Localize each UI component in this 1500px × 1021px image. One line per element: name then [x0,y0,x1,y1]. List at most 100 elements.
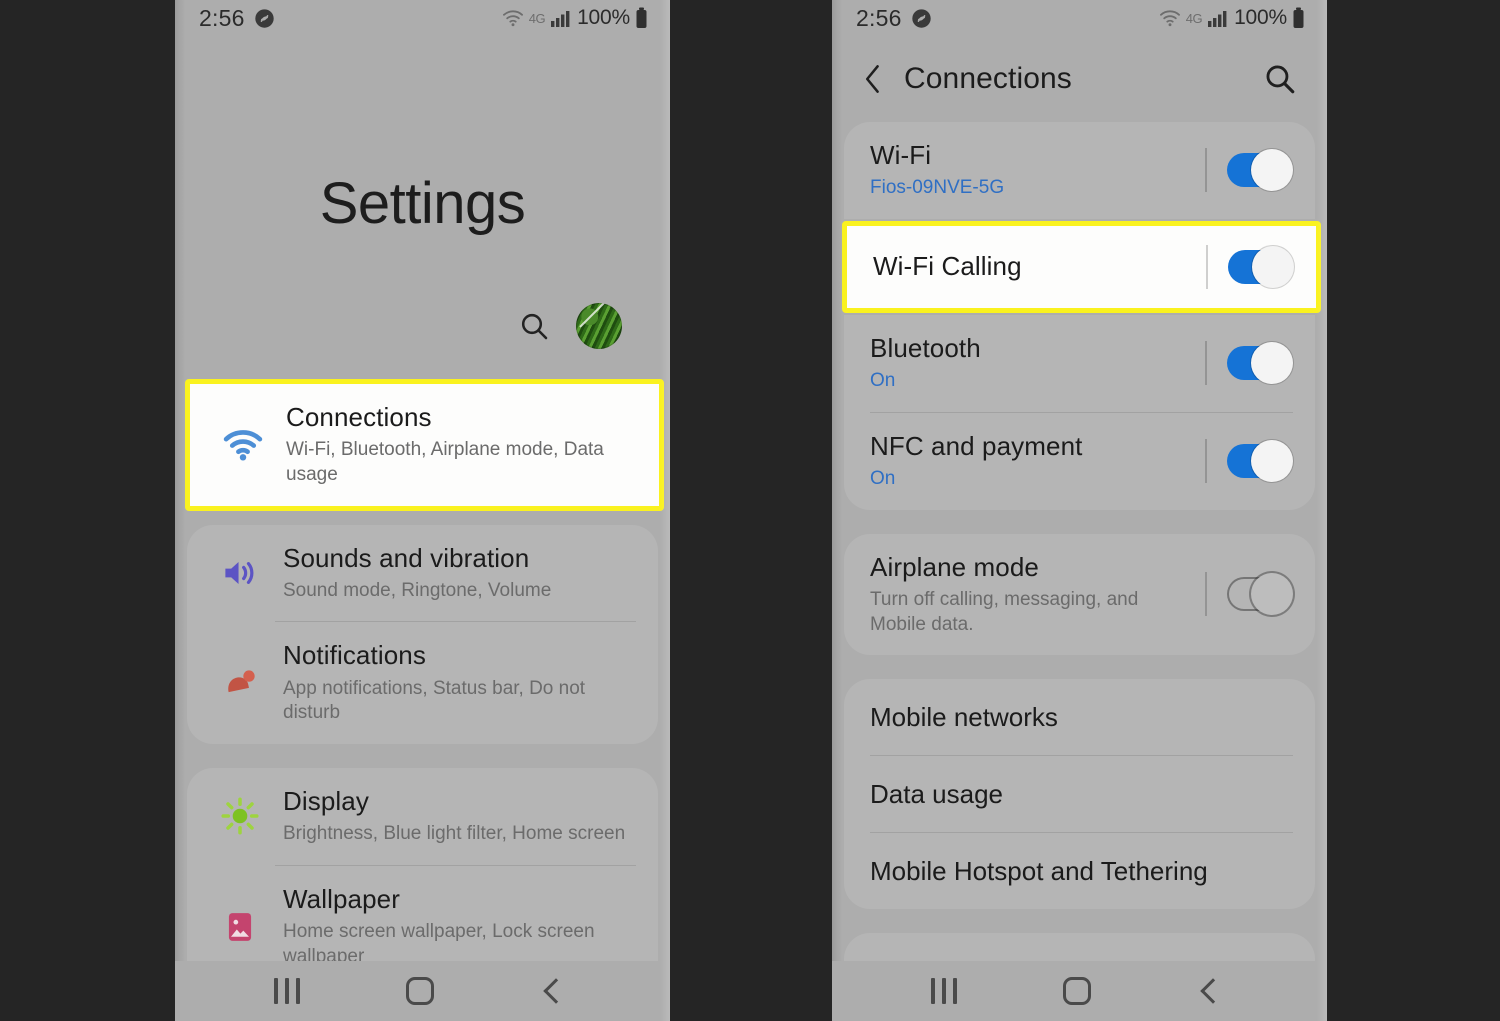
page-title: Settings [319,171,526,236]
wifi-icon [216,428,270,462]
list-item-subtitle: On [870,370,896,392]
status-bar: 2:56 4G 100% [175,0,670,36]
connections-group-mobile: Mobile networks Data usage Mobile Hotspo… [844,679,1315,910]
4g-lte-icon: 4G [528,10,546,26]
settings-group-3: Display Brightness, Blue light filter, H… [187,768,658,988]
speaker-icon [213,556,267,590]
wifi-calling-toggle[interactable] [1228,245,1294,288]
battery-percent: 100% [1234,6,1287,29]
list-item-data-usage[interactable]: Data usage [844,756,1315,832]
list-item-wifi-calling[interactable]: Wi-Fi Calling [847,226,1316,308]
toggle-wrap [1190,244,1294,289]
shazam-icon [911,8,932,29]
right-phone-screen: 2:56 4G 100% Connections Wi-Fi Fios-09NV… [832,0,1327,1021]
list-item-text: Connections Wi-Fi, Bluetooth, Airplane m… [286,402,633,488]
list-item-notifications[interactable]: Notifications App notifications, Status … [187,622,658,744]
list-item-title: Bluetooth [870,332,981,363]
list-item-connections[interactable]: Connections Wi-Fi, Bluetooth, Airplane m… [190,384,659,506]
list-item-sounds-and-vibration[interactable]: Sounds and vibration Sound mode, Rington… [187,525,658,622]
list-item-display[interactable]: Display Brightness, Blue light filter, H… [187,768,658,865]
divider [1205,439,1207,484]
list-item-text: Airplane mode Turn off calling, messagin… [870,552,1189,638]
highlight-box-wifi-calling: Wi-Fi Calling [842,220,1321,313]
wallpaper-image-icon [213,909,267,945]
list-item-subtitle: Sound mode, Ringtone, Volume [283,579,552,601]
search-icon[interactable] [1263,62,1297,96]
list-item-subtitle: Turn off calling, messaging, and Mobile … [870,588,1139,635]
back-icon[interactable] [1198,976,1228,1006]
divider [1206,244,1208,289]
recents-icon[interactable] [931,978,958,1004]
list-item-title: Airplane mode [870,551,1039,582]
list-item-text: Wi-Fi Fios-09NVE-5G [870,140,1189,201]
signal-bars-icon [1207,8,1229,28]
battery-percent: 100% [577,6,630,29]
list-item-title: Display [283,786,369,816]
wifi-toggle[interactable] [1227,149,1293,192]
back-icon[interactable] [541,976,571,1006]
brightness-sun-icon [213,797,267,835]
avatar[interactable] [576,303,622,349]
battery-icon [635,7,648,29]
navigation-bar [175,961,670,1021]
back-arrow-icon[interactable] [860,63,886,95]
list-item-text: Wi-Fi Calling [873,251,1190,282]
signal-bars-icon [550,8,572,28]
left-phone-screen: 2:56 4G 100% Settings Connections Wi-Fi,… [175,0,670,1021]
airplane-mode-toggle[interactable] [1227,573,1293,616]
status-bar-right: 4G 100% [1159,6,1305,30]
bluetooth-toggle[interactable] [1227,342,1293,385]
notifications-icon [213,667,267,699]
list-item-title: Connections [286,402,432,432]
status-bar: 2:56 4G 100% [832,0,1327,36]
list-item-subtitle: App notifications, Status bar, Do not di… [283,677,586,724]
list-item-subtitle: Fios-09NVE-5G [870,177,1005,199]
list-item-title: Notifications [283,640,426,671]
highlight-box-connections: Connections Wi-Fi, Bluetooth, Airplane m… [185,379,664,511]
list-item-subtitle: Brightness, Blue light filter, Home scre… [283,823,626,845]
connections-group-wifi: Wi-Fi Fios-09NVE-5G [844,122,1315,219]
navigation-bar [832,961,1327,1021]
screenshot-stage: 2:56 4G 100% Settings Connections Wi-Fi,… [0,0,1500,1021]
list-item-subtitle: Wi-Fi, Bluetooth, Airplane mode, Data us… [286,439,604,485]
home-icon[interactable] [406,977,435,1005]
list-item-bluetooth[interactable]: Bluetooth On [844,315,1315,412]
list-item-title: Wi-Fi Calling [873,251,1022,282]
shazam-icon [254,8,275,29]
list-item-mobile-networks[interactable]: Mobile networks [844,679,1315,755]
wifi-icon [1159,8,1181,28]
list-item-text: Bluetooth On [870,333,1189,394]
list-item-wifi[interactable]: Wi-Fi Fios-09NVE-5G [844,122,1315,219]
list-item-nfc-and-payment[interactable]: NFC and payment On [844,413,1315,510]
settings-group-2: Sounds and vibration Sound mode, Rington… [187,524,658,744]
list-item-title: NFC and payment [870,430,1083,461]
connections-group-bt-nfc: Bluetooth On NFC and payment On [844,314,1315,510]
list-item-text: Wallpaper Home screen wallpaper, Lock sc… [283,884,632,970]
status-bar-left: 2:56 [199,5,275,32]
connections-group-airplane: Airplane mode Turn off calling, messagin… [844,533,1315,656]
divider [1205,341,1207,386]
toggle-wrap [1189,572,1293,617]
nfc-toggle[interactable] [1227,440,1293,483]
recents-icon[interactable] [274,978,301,1004]
app-bar: Connections [832,36,1327,122]
title-actions [175,237,670,349]
list-item-airplane-mode[interactable]: Airplane mode Turn off calling, messagin… [844,534,1315,656]
toggle-wrap [1189,148,1293,193]
divider [1205,148,1207,193]
divider [1205,572,1207,617]
list-item-title: Sounds and vibration [283,542,530,573]
list-item-text: Display Brightness, Blue light filter, H… [283,786,632,847]
list-item-text: NFC and payment On [870,431,1189,492]
list-item-subtitle: On [870,467,896,489]
battery-icon [1292,7,1305,29]
list-item-mobile-hotspot-and-tethering[interactable]: Mobile Hotspot and Tethering [844,833,1315,909]
search-icon[interactable] [518,310,550,342]
app-bar-title: Connections [904,62,1072,95]
toggle-wrap [1189,439,1293,484]
home-icon[interactable] [1063,977,1092,1005]
